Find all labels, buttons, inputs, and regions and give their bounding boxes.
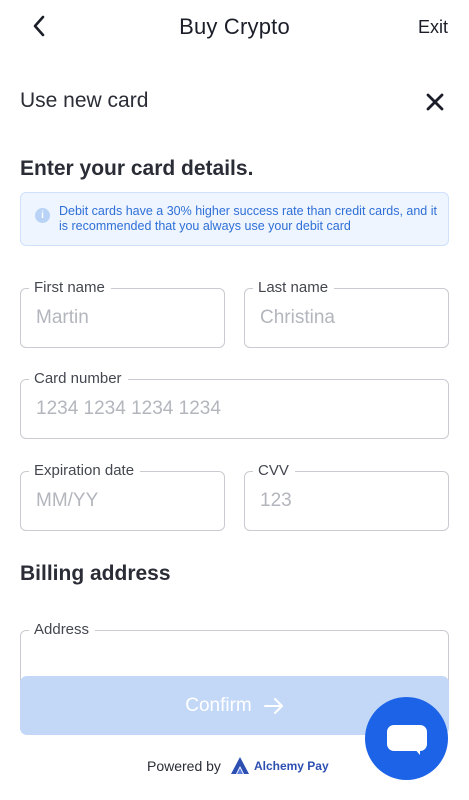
last-name-field[interactable]: Last name [244, 278, 449, 348]
close-icon [426, 93, 444, 111]
section-title: Use new card [20, 89, 149, 112]
close-button[interactable] [425, 92, 445, 112]
cvv-input[interactable] [260, 472, 433, 530]
chat-button[interactable] [365, 697, 448, 780]
info-text: Debit cards have a 30% higher success ra… [59, 204, 437, 233]
alchemy-pay-logo-icon [230, 757, 249, 774]
cvv-field[interactable]: CVV [244, 461, 449, 531]
info-icon: i [35, 208, 50, 223]
arrow-right-icon [263, 697, 283, 714]
alchemy-pay-logo: Alchemy Pay [230, 756, 329, 776]
billing-address-heading: Billing address [20, 562, 171, 585]
card-details-heading: Enter your card details. [20, 157, 254, 180]
last-name-input[interactable] [260, 289, 433, 347]
info-banner: i Debit cards have a 30% higher success … [20, 192, 449, 246]
top-bar: Buy Crypto Exit [0, 0, 469, 56]
alchemy-pay-brand: Alchemy Pay [253, 759, 329, 773]
card-number-field[interactable]: Card number [20, 369, 449, 439]
powered-by: Powered by Alchemy Pay [147, 756, 329, 776]
expiration-date-field[interactable]: Expiration date [20, 461, 225, 531]
exit-button[interactable]: Exit [418, 17, 448, 38]
confirm-label: Confirm [185, 694, 252, 716]
expiration-date-input[interactable] [36, 472, 209, 530]
first-name-field[interactable]: First name [20, 278, 225, 348]
card-number-input[interactable] [36, 380, 433, 438]
page-title: Buy Crypto [179, 14, 290, 39]
powered-by-text: Powered by [147, 758, 221, 774]
first-name-input[interactable] [36, 289, 209, 347]
